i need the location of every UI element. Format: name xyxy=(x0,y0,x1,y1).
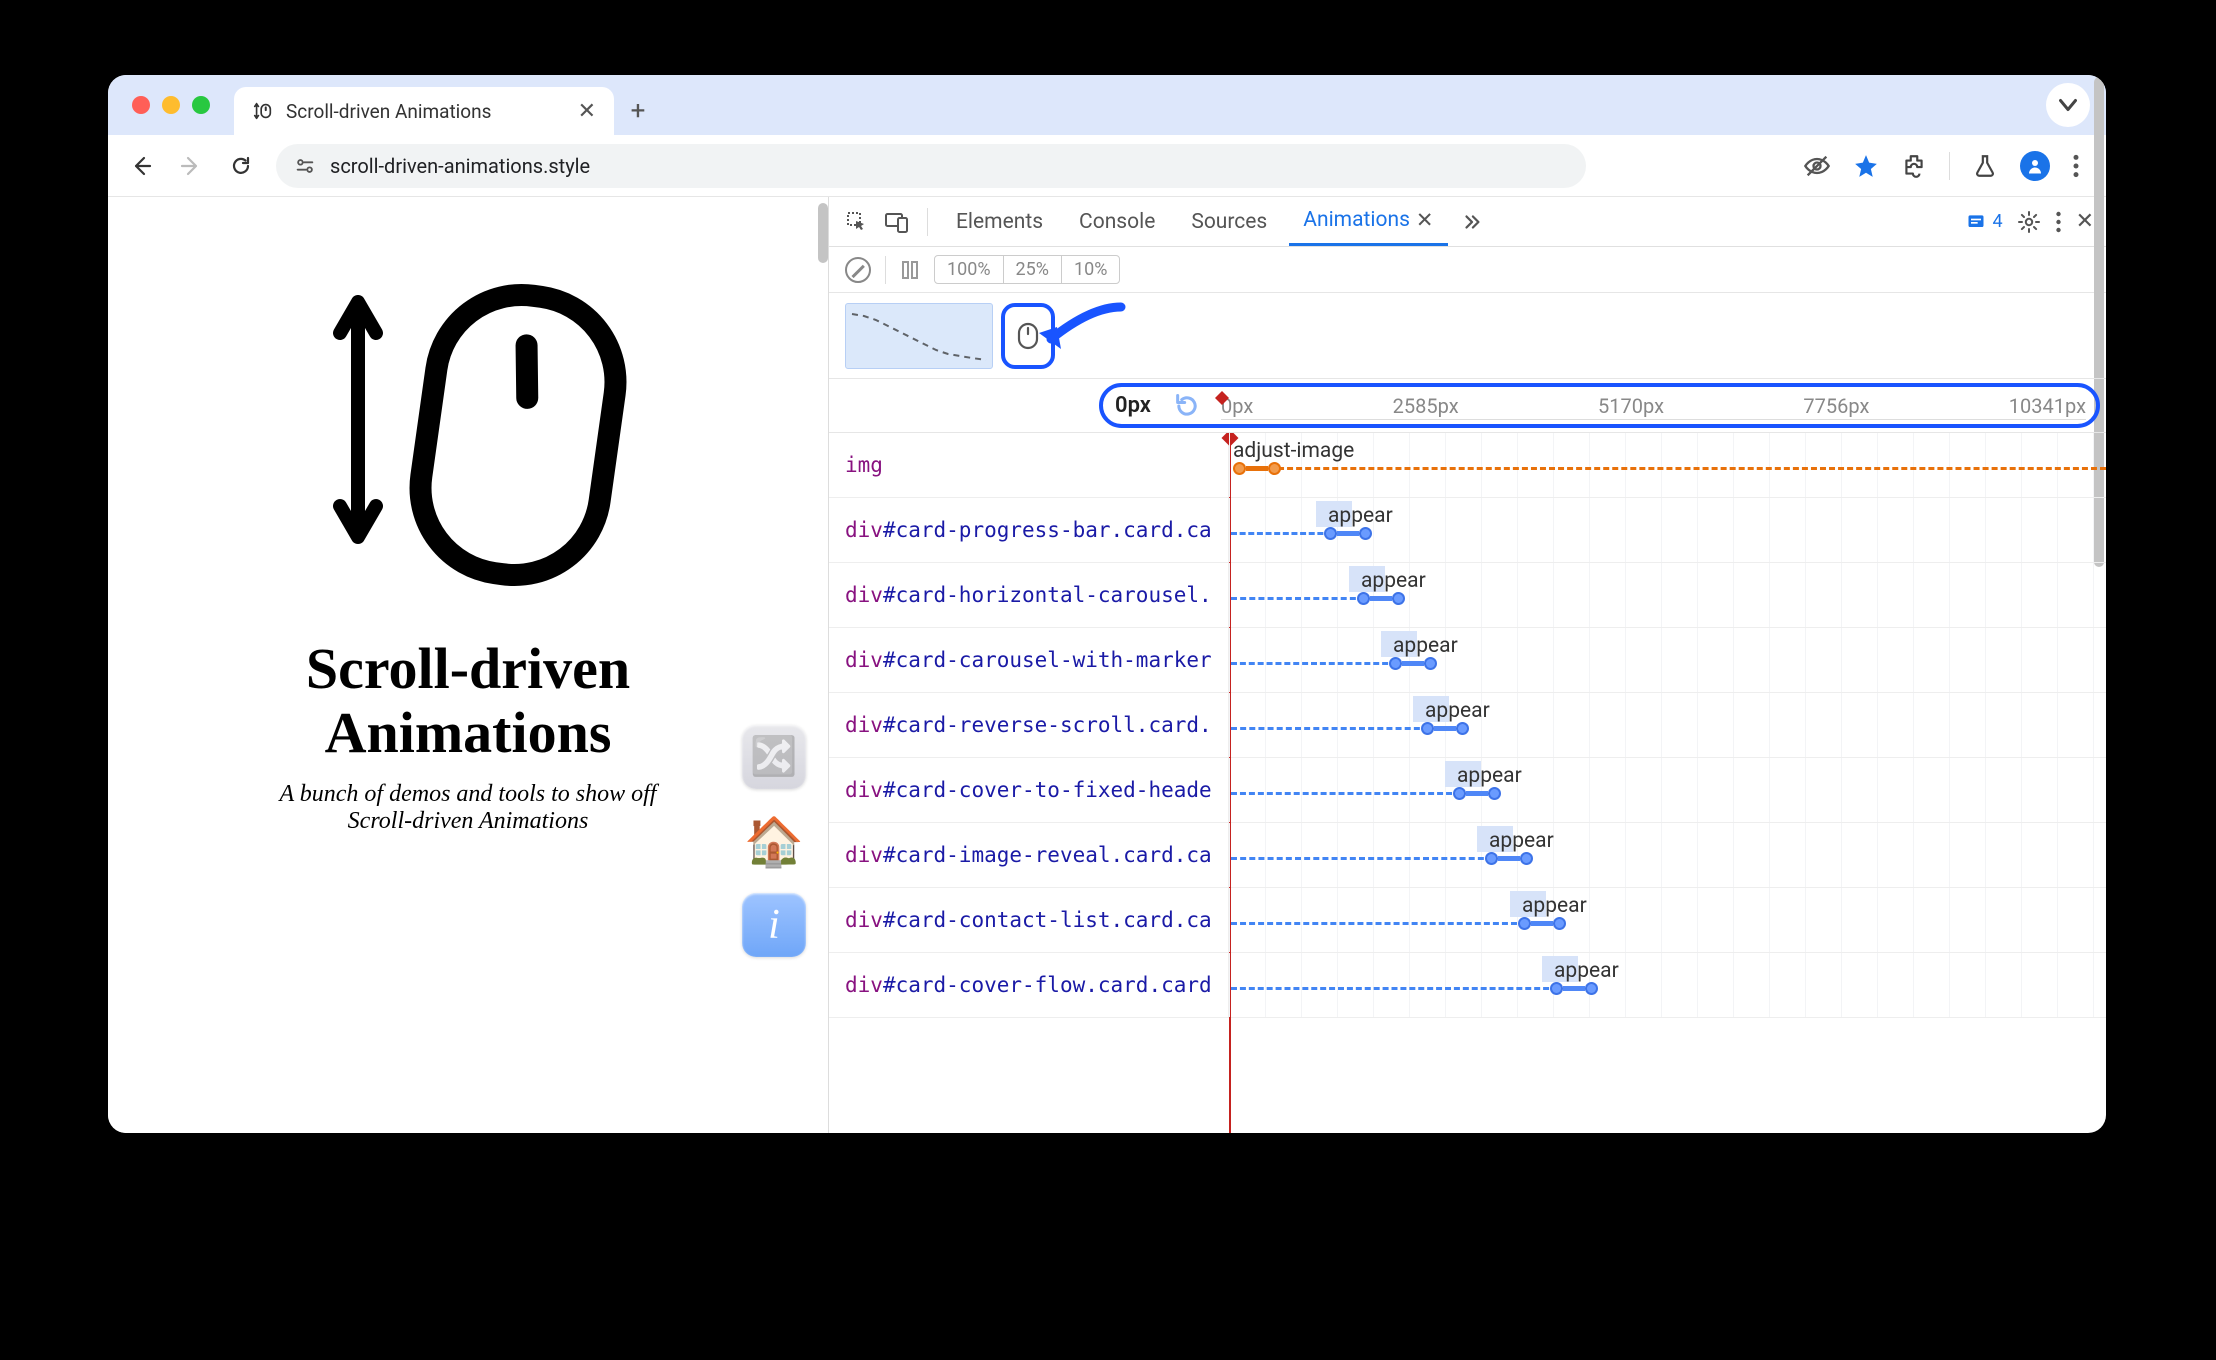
site-settings-icon[interactable] xyxy=(294,155,316,177)
address-bar: scroll-driven-animations.style xyxy=(108,135,2106,197)
track-row[interactable]: div#card-contact-list.card.ca appear xyxy=(829,888,2106,953)
devtools-panel: Elements Console Sources Animations ✕ 4 … xyxy=(828,197,2106,1133)
extensions-icon[interactable] xyxy=(1901,153,1927,179)
track-row[interactable]: div#card-reverse-scroll.card. appear xyxy=(829,693,2106,758)
track-lane[interactable]: appear xyxy=(1229,888,2106,952)
tab-strip: Scroll-driven Animations ✕ + xyxy=(108,75,2106,135)
animation-name: appear xyxy=(1393,634,1458,658)
track-row[interactable]: div#card-cover-to-fixed-heade appear xyxy=(829,758,2106,823)
new-tab-button[interactable]: + xyxy=(614,87,662,135)
eye-off-icon[interactable] xyxy=(1803,152,1831,180)
overflow-menu-icon[interactable] xyxy=(2072,153,2080,179)
web-page: Scroll-drivenAnimations A bunch of demos… xyxy=(108,197,828,1133)
track-lane[interactable]: appear xyxy=(1229,953,2106,1017)
track-label: img xyxy=(829,433,1229,497)
track-lane[interactable]: appear xyxy=(1229,498,2106,562)
tab-animations[interactable]: Animations ✕ xyxy=(1289,197,1447,246)
close-tab-icon[interactable]: ✕ xyxy=(578,99,596,124)
shuffle-button[interactable]: 🔀 xyxy=(742,725,806,789)
track-lane[interactable]: adjust-image xyxy=(1229,433,2106,497)
reload-button[interactable] xyxy=(226,151,256,181)
content-area: Scroll-drivenAnimations A bunch of demos… xyxy=(108,197,2106,1133)
tab-sources[interactable]: Sources xyxy=(1177,197,1281,246)
inspect-icon[interactable] xyxy=(841,206,873,238)
animation-name: appear xyxy=(1522,894,1587,918)
animation-name: appear xyxy=(1425,699,1490,723)
animation-name: adjust-image xyxy=(1233,439,1354,463)
favicon-icon xyxy=(252,100,274,122)
page-scrollbar[interactable] xyxy=(818,203,828,263)
logo-icon xyxy=(298,267,638,597)
devtools-tabs: Elements Console Sources Animations ✕ 4 … xyxy=(829,197,2106,247)
url-text: scroll-driven-animations.style xyxy=(330,154,590,178)
toolbar-trailing xyxy=(1803,151,2088,181)
device-toggle-icon[interactable] xyxy=(881,206,913,238)
track-lane[interactable]: appear xyxy=(1229,628,2106,692)
info-button[interactable]: i xyxy=(742,893,806,957)
track-label: div#card-reverse-scroll.card. xyxy=(829,693,1229,757)
back-button[interactable] xyxy=(126,151,156,181)
track-lane[interactable]: appear xyxy=(1229,693,2106,757)
clear-icon[interactable] xyxy=(845,257,871,283)
tab-title: Scroll-driven Animations xyxy=(286,100,491,123)
close-devtools-icon[interactable]: ✕ xyxy=(2076,209,2094,234)
window-controls xyxy=(132,75,210,135)
browser-window: Scroll-driven Animations ✕ + scroll-driv… xyxy=(108,75,2106,1133)
maximize-window-icon[interactable] xyxy=(192,96,210,114)
forward-button[interactable] xyxy=(176,151,206,181)
replay-icon[interactable] xyxy=(1173,392,1201,420)
profile-avatar[interactable] xyxy=(2020,151,2050,181)
tab-search-button[interactable] xyxy=(2046,83,2090,127)
browser-tab[interactable]: Scroll-driven Animations ✕ xyxy=(234,87,614,135)
omnibox[interactable]: scroll-driven-animations.style xyxy=(276,144,1586,188)
animation-name: appear xyxy=(1361,569,1426,593)
track-row[interactable]: div#card-carousel-with-marker appear xyxy=(829,628,2106,693)
minimize-window-icon[interactable] xyxy=(162,96,180,114)
timeline-ruler: 0px 0px 2585px 5170px 7756px 10341px xyxy=(829,379,2106,433)
animation-name: appear xyxy=(1457,764,1522,788)
track-row[interactable]: div#card-cover-flow.card.card appear xyxy=(829,953,2106,1018)
track-label: div#card-carousel-with-marker xyxy=(829,628,1229,692)
more-tabs-icon[interactable] xyxy=(1456,206,1488,238)
close-window-icon[interactable] xyxy=(132,96,150,114)
current-position: 0px xyxy=(1115,393,1173,418)
track-row[interactable]: imgadjust-image xyxy=(829,433,2106,498)
page-subtitle: A bunch of demos and tools to show offSc… xyxy=(188,781,748,835)
speed-selector[interactable]: 100% 25% 10% xyxy=(934,255,1120,284)
issues-chip[interactable]: 4 xyxy=(1966,211,2002,232)
animation-name: appear xyxy=(1489,829,1554,853)
close-panel-icon[interactable]: ✕ xyxy=(1416,208,1434,233)
track-label: div#card-cover-to-fixed-heade xyxy=(829,758,1229,822)
track-row[interactable]: div#card-horizontal-carousel. appear xyxy=(829,563,2106,628)
track-label: div#card-image-reveal.card.ca xyxy=(829,823,1229,887)
animation-name: appear xyxy=(1554,959,1619,983)
track-lane[interactable]: appear xyxy=(1229,758,2106,822)
track-row[interactable]: div#card-image-reveal.card.ca appear xyxy=(829,823,2106,888)
labs-icon[interactable] xyxy=(1972,153,1998,179)
kebab-menu-icon[interactable] xyxy=(2055,210,2062,234)
track-label: div#card-progress-bar.card.ca xyxy=(829,498,1229,562)
divider xyxy=(1949,152,1950,180)
home-button[interactable]: 🏠 xyxy=(742,809,806,873)
page-title: Scroll-drivenAnimations xyxy=(188,637,748,765)
animation-name: appear xyxy=(1328,504,1393,528)
tab-elements[interactable]: Elements xyxy=(942,197,1057,246)
pause-icon[interactable] xyxy=(900,260,920,280)
settings-icon[interactable] xyxy=(2017,210,2041,234)
ruler-ticks: 0px 2585px 5170px 7756px 10341px xyxy=(1221,394,2086,418)
track-lane[interactable]: appear xyxy=(1229,823,2106,887)
track-label: div#card-cover-flow.card.card xyxy=(829,953,1229,1017)
track-lane[interactable]: appear xyxy=(1229,563,2106,627)
animation-group-thumb[interactable] xyxy=(845,303,993,369)
callout-arrow-icon xyxy=(1021,297,1131,367)
tab-console[interactable]: Console xyxy=(1065,197,1169,246)
track-row[interactable]: div#card-progress-bar.card.ca appear xyxy=(829,498,2106,563)
track-label: div#card-horizontal-carousel. xyxy=(829,563,1229,627)
playhead-marker-icon[interactable] xyxy=(1215,391,1229,405)
animation-groups-row xyxy=(829,293,2106,379)
animation-tracks: imgadjust-imagediv#card-progress-bar.car… xyxy=(829,433,2106,1133)
animations-toolbar: 100% 25% 10% xyxy=(829,247,2106,293)
track-label: div#card-contact-list.card.ca xyxy=(829,888,1229,952)
bookmark-star-icon[interactable] xyxy=(1853,153,1879,179)
